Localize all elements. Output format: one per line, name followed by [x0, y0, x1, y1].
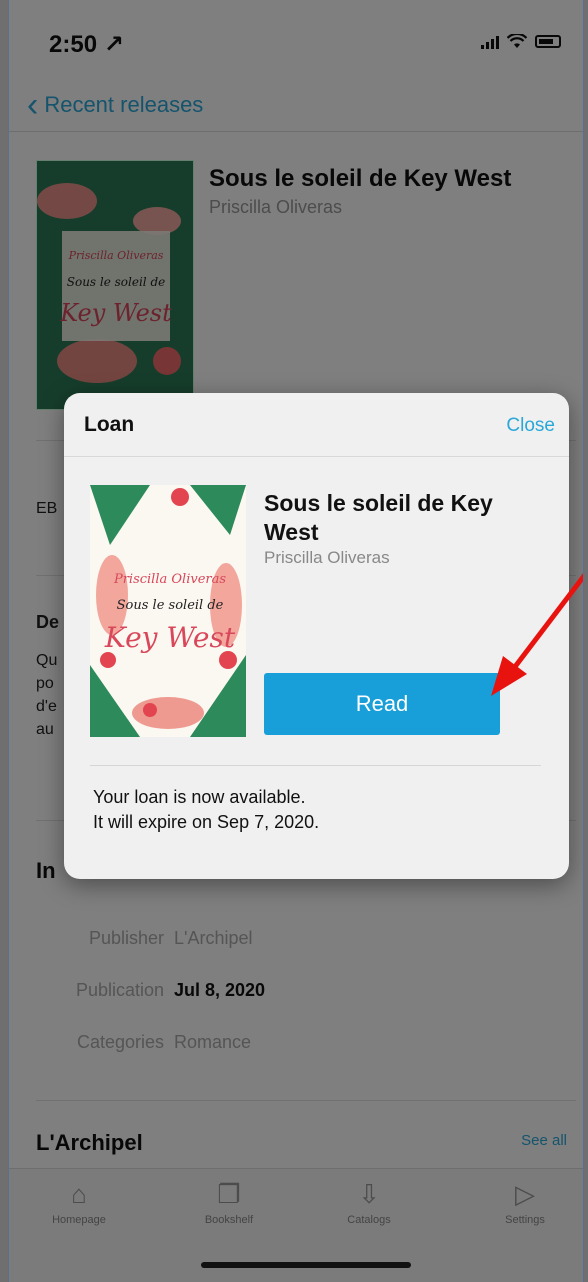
- loan-message-line: Your loan is now available.: [93, 787, 306, 807]
- app-screen: 2:50 ↗ ‹ Recent releases Prisc: [8, 0, 584, 1282]
- dialog-book-cover: Priscilla Oliveras Sous le soleil de Key…: [90, 485, 246, 737]
- loan-expiry-line: It will expire on Sep 7, 2020.: [93, 812, 320, 832]
- close-button[interactable]: Close: [506, 415, 555, 437]
- dialog-divider: [90, 765, 541, 766]
- dialog-header: Loan Close: [64, 393, 569, 457]
- annotation-arrow-icon: [491, 573, 583, 696]
- dialog-book-author: Priscilla Oliveras: [264, 548, 390, 567]
- dialog-title: Loan: [84, 413, 135, 436]
- dialog-book-title: Sous le soleil de Key West: [264, 490, 493, 545]
- dialog-cover-title-text-1: Sous le soleil de: [117, 598, 224, 613]
- dialog-cover-author-text: Priscilla Oliveras: [113, 572, 226, 587]
- home-indicator[interactable]: [201, 1262, 411, 1268]
- cover-art: Priscilla Oliveras Sous le soleil de Key…: [90, 485, 246, 737]
- read-button[interactable]: Read: [264, 673, 500, 735]
- loan-message: Your loan is now available. It will expi…: [93, 785, 319, 835]
- dialog-cover-title-text-2: Key West: [104, 621, 236, 654]
